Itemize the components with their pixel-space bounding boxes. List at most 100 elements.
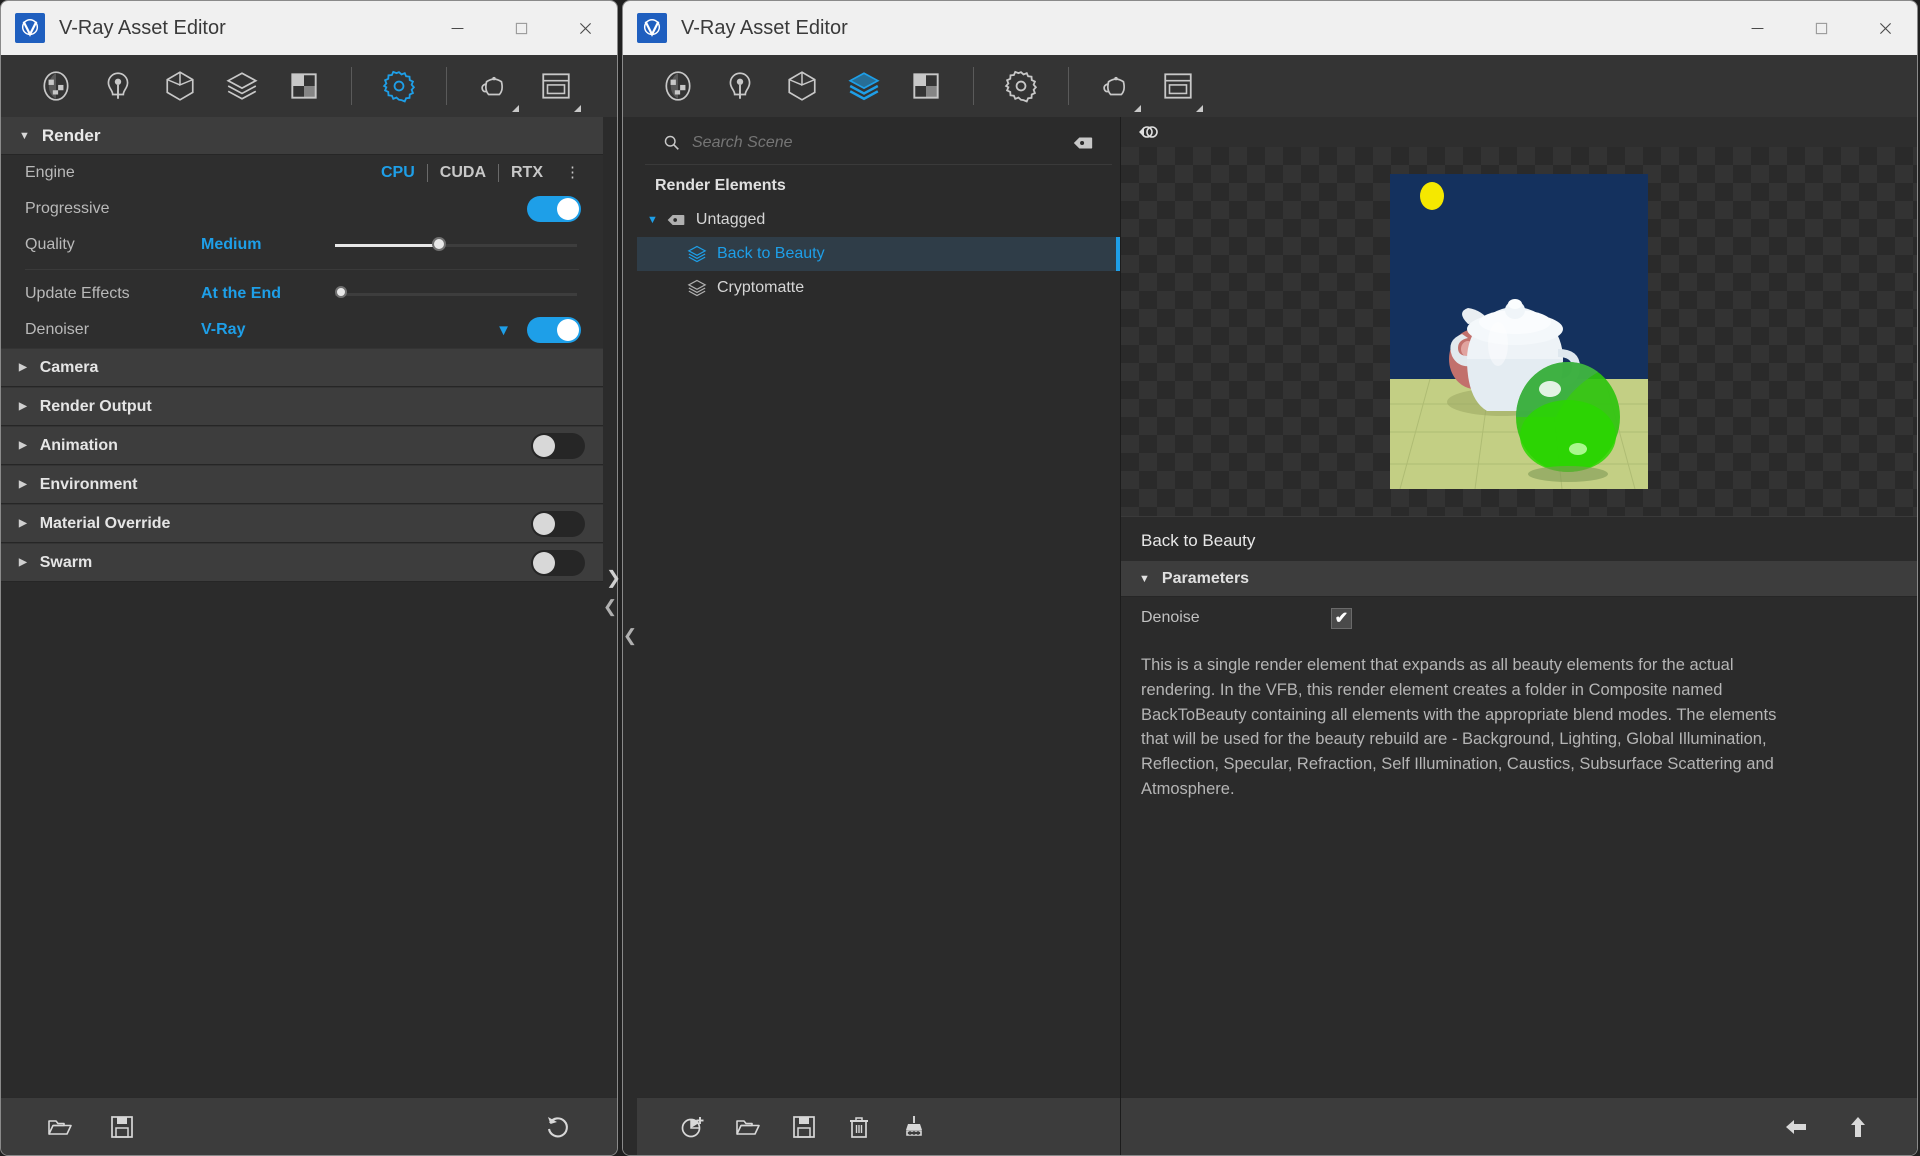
- chevron-right-icon: ▶: [19, 479, 27, 490]
- denoiser-dropdown-chevron-icon[interactable]: ▼: [496, 322, 511, 339]
- textures-icon[interactable]: [273, 58, 335, 114]
- section-render-output[interactable]: ▶ Render Output: [1, 387, 603, 426]
- section-swarm[interactable]: ▶ Swarm: [1, 543, 603, 582]
- geometry-icon[interactable]: [149, 58, 211, 114]
- progressive-toggle[interactable]: [527, 196, 581, 222]
- minimize-button[interactable]: [1725, 1, 1789, 55]
- open-folder-icon[interactable]: [720, 1103, 775, 1151]
- geometry-icon[interactable]: [771, 58, 833, 114]
- save-icon[interactable]: [776, 1103, 831, 1151]
- close-button[interactable]: [1853, 1, 1917, 55]
- window-title: V-Ray Asset Editor: [59, 16, 226, 39]
- app-screen: V-Ray Asset Editor ▼ Render Engine CPU C…: [0, 0, 1920, 1156]
- maximize-button[interactable]: [1789, 1, 1853, 55]
- chevron-down-icon[interactable]: ▼: [647, 214, 658, 226]
- lights-icon[interactable]: [87, 58, 149, 114]
- toolbar-separator: [973, 67, 974, 105]
- animation-toggle[interactable]: [531, 432, 585, 459]
- section-environment[interactable]: ▶ Environment: [1, 465, 603, 504]
- right-panel-expand-handle[interactable]: ❮: [623, 117, 637, 1155]
- section-label: Swarm: [39, 553, 93, 571]
- quality-slider[interactable]: [335, 235, 577, 255]
- section-camera[interactable]: ▶ Camera: [1, 348, 603, 387]
- tree-item-label: Back to Beauty: [717, 245, 825, 262]
- section-material-override[interactable]: ▶ Material Override: [1, 504, 603, 543]
- search-input[interactable]: [692, 133, 1060, 152]
- denoiser-toggle[interactable]: [527, 317, 581, 343]
- settings-panel-inner: ▼ Render Engine CPU CUDA RTX ⋮ Progressi…: [1, 117, 603, 1097]
- detail-title: Back to Beauty: [1141, 531, 1256, 550]
- tag-icon: [667, 215, 685, 225]
- section-label: Environment: [39, 475, 138, 493]
- maximize-button[interactable]: [489, 1, 553, 55]
- left-panel-collapse-handle[interactable]: ❮: [603, 117, 617, 1097]
- frame-buffer-icon[interactable]: [1147, 58, 1209, 114]
- render-rollout-label: Render: [41, 125, 101, 145]
- render-element-icon: [687, 279, 707, 297]
- back-arrow-icon[interactable]: [1765, 1103, 1827, 1151]
- teapot-render-icon[interactable]: [463, 58, 525, 114]
- section-animation[interactable]: ▶ Animation: [1, 426, 603, 465]
- engine-options: CPU CUDA RTX ⋮: [369, 164, 581, 182]
- element-description: This is a single render element that exp…: [1141, 656, 1777, 798]
- window-controls-left: [425, 1, 617, 55]
- engine-option-rtx[interactable]: RTX: [499, 164, 555, 182]
- up-arrow-icon[interactable]: [1827, 1103, 1889, 1151]
- open-folder-icon[interactable]: [29, 1103, 91, 1151]
- purge-icon[interactable]: [887, 1103, 942, 1151]
- revert-icon[interactable]: [527, 1103, 589, 1151]
- denoiser-value[interactable]: V-Ray: [201, 321, 319, 339]
- update-effects-slider[interactable]: [335, 284, 577, 304]
- engine-option-cpu[interactable]: CPU: [369, 164, 427, 182]
- tree-item-label: Cryptomatte: [717, 279, 805, 296]
- chevron-right-icon: ▶: [19, 440, 27, 451]
- bottom-bar-middle: [637, 1097, 1120, 1155]
- tree-group-untagged[interactable]: ▼ Untagged: [637, 203, 1120, 237]
- materials-icon[interactable]: [25, 58, 87, 114]
- preview-toolbar: [1121, 117, 1917, 147]
- render-preview: [1121, 117, 1917, 517]
- vray-asset-editor-window-left: V-Ray Asset Editor ▼ Render Engine CPU C…: [0, 0, 618, 1156]
- tag-filter-icon[interactable]: [1072, 132, 1094, 154]
- teapot-render-icon[interactable]: [1085, 58, 1147, 114]
- slider-handle[interactable]: [335, 286, 347, 298]
- engine-overflow-icon[interactable]: ⋮: [565, 165, 581, 180]
- material-override-toggle[interactable]: [531, 510, 585, 537]
- save-icon[interactable]: [91, 1103, 153, 1151]
- textures-icon[interactable]: [895, 58, 957, 114]
- render-elements-icon[interactable]: [833, 58, 895, 114]
- chevron-down-icon: ▼: [1139, 572, 1150, 585]
- window-title: V-Ray Asset Editor: [681, 16, 848, 39]
- render-rollout-header[interactable]: ▼ Render: [1, 117, 603, 155]
- checkmark-icon: ✔: [1334, 610, 1349, 627]
- preview-compare-icon[interactable]: [1133, 122, 1159, 142]
- render-elements-icon[interactable]: [211, 58, 273, 114]
- add-asset-icon[interactable]: [665, 1103, 720, 1151]
- tree-item-cryptomatte[interactable]: Cryptomatte: [637, 271, 1120, 305]
- slider-handle[interactable]: [431, 237, 446, 251]
- parameters-label: Parameters: [1161, 569, 1250, 587]
- vray-logo-icon: [637, 13, 667, 43]
- quality-row: Quality Medium: [1, 227, 603, 263]
- lights-icon[interactable]: [709, 58, 771, 114]
- outer-collapse-handle-left[interactable]: ❯: [606, 568, 621, 589]
- settings-gear-icon[interactable]: [990, 58, 1052, 114]
- materials-icon[interactable]: [647, 58, 709, 114]
- swarm-toggle[interactable]: [531, 549, 585, 576]
- denoiser-label: Denoiser: [25, 321, 90, 338]
- denoise-checkbox[interactable]: ✔: [1331, 607, 1352, 629]
- settings-gear-icon[interactable]: [368, 58, 430, 114]
- tree-item-back-to-beauty[interactable]: Back to Beauty: [637, 237, 1120, 271]
- frame-buffer-icon[interactable]: [525, 58, 587, 114]
- delete-icon[interactable]: [831, 1103, 886, 1151]
- bottom-bar-left: [1, 1097, 617, 1155]
- elements-panel-body: ❮ Render Elements ▼ Untagged: [623, 117, 1917, 1155]
- parameters-rollout-header[interactable]: ▼ Parameters: [1121, 561, 1917, 597]
- chevron-right-icon: ▶: [19, 557, 27, 568]
- detail-empty-space: [1121, 802, 1917, 1098]
- minimize-button[interactable]: [425, 1, 489, 55]
- section-label: Material Override: [39, 514, 171, 532]
- close-button[interactable]: [553, 1, 617, 55]
- titlebar-right: V-Ray Asset Editor: [623, 1, 1917, 55]
- engine-option-cuda[interactable]: CUDA: [428, 164, 498, 182]
